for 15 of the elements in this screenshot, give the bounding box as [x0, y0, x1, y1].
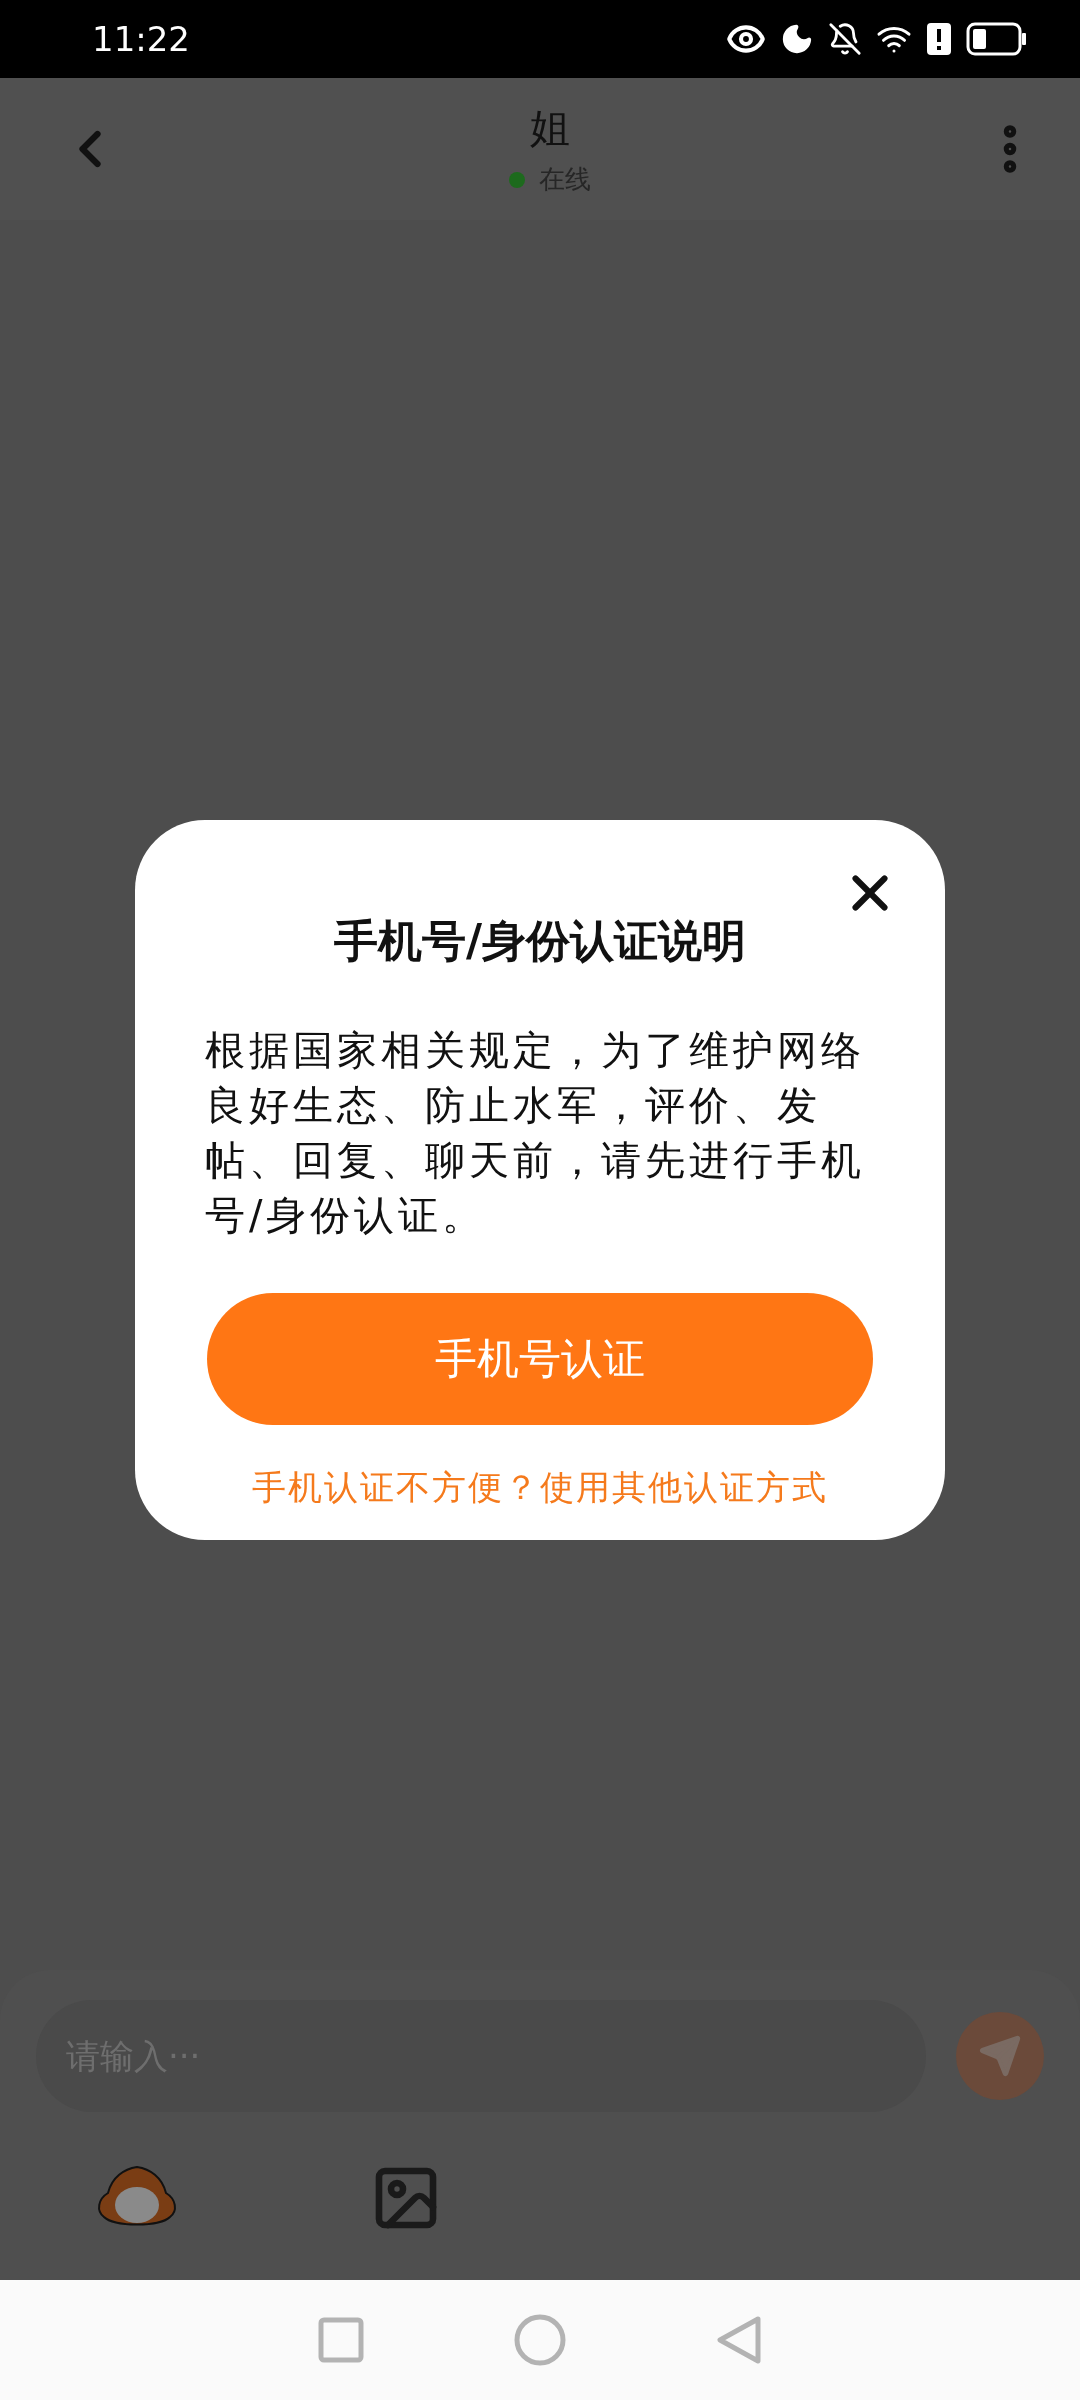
bell-off-icon — [828, 22, 862, 56]
dialog-title: 手机号/身份认证说明 — [333, 914, 747, 968]
phone-verify-button[interactable]: 手机号认证 — [207, 1293, 873, 1425]
dialog-body: 根据国家相关规定，为了维护网络良好生态、防止水军，评价、发帖、回复、聊天前，请先进行手机号/身份认证。 — [205, 1026, 866, 1240]
back-icon[interactable] — [716, 2315, 762, 2365]
other-method-link[interactable]: 手机认证不方便？使用其他认证方式 — [252, 1465, 828, 1511]
paper-plane-icon[interactable] — [978, 2034, 1022, 2078]
moon-icon — [780, 22, 814, 56]
chat-title: 姐 — [530, 104, 570, 153]
status-time: 11:22 — [92, 19, 191, 59]
recents-icon[interactable] — [318, 2317, 364, 2363]
alert-icon — [926, 22, 952, 56]
home-icon[interactable] — [514, 2314, 566, 2366]
online-dot — [509, 171, 525, 188]
battery-icon — [966, 22, 1028, 56]
